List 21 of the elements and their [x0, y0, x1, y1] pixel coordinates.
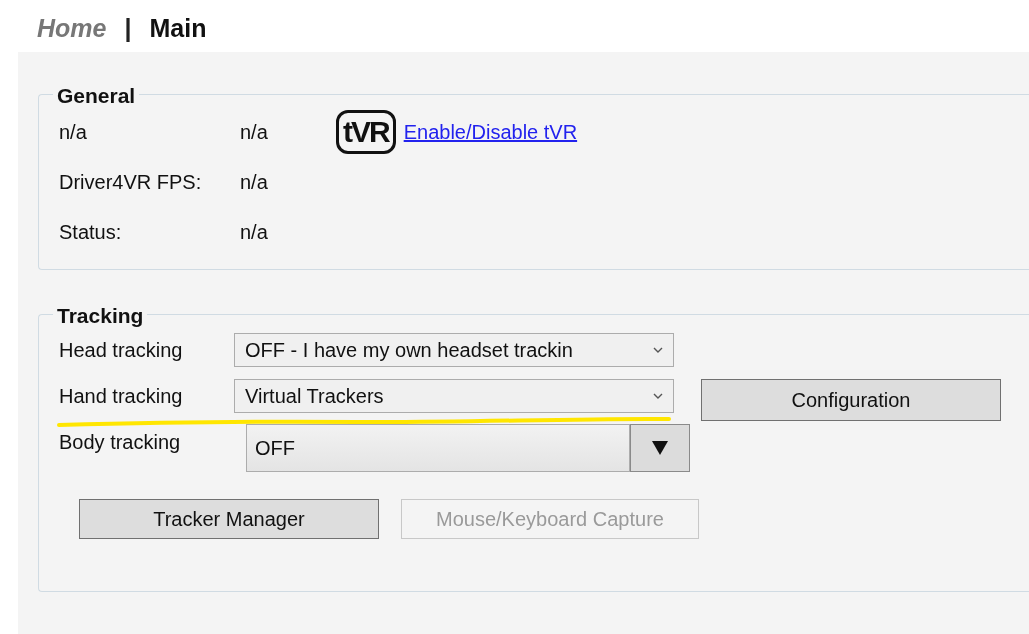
- field-label: Head tracking: [59, 338, 184, 363]
- field-label: Body tracking: [59, 430, 182, 455]
- action-button[interactable]: Tracker Manager: [79, 499, 379, 539]
- field-value: n/a: [240, 220, 269, 245]
- field-value: n/a: [240, 120, 269, 145]
- dropdown[interactable]: OFF - I have my own headset trackin: [234, 333, 674, 367]
- configuration-button[interactable]: Configuration: [701, 379, 1001, 421]
- field-label: Hand tracking: [59, 384, 184, 409]
- logo: tVR: [336, 110, 396, 154]
- breadcrumb-link[interactable]: Home: [37, 10, 107, 48]
- field-value: n/a: [240, 170, 269, 195]
- chevron-down-icon: [653, 392, 663, 400]
- enable-link[interactable]: Enable/Disable tVR: [403, 117, 578, 147]
- chevron-down-icon: [653, 346, 663, 354]
- field-label: Driver4VR FPS:: [59, 170, 203, 195]
- field-label: n/a: [59, 120, 88, 145]
- breadcrumb-link[interactable]: Main: [149, 10, 207, 48]
- dropdown[interactable]: Virtual Trackers: [234, 379, 674, 413]
- breadcrumb-separator: |: [124, 13, 132, 44]
- field-label: Status:: [59, 220, 123, 245]
- triangle-down-icon: [651, 440, 669, 456]
